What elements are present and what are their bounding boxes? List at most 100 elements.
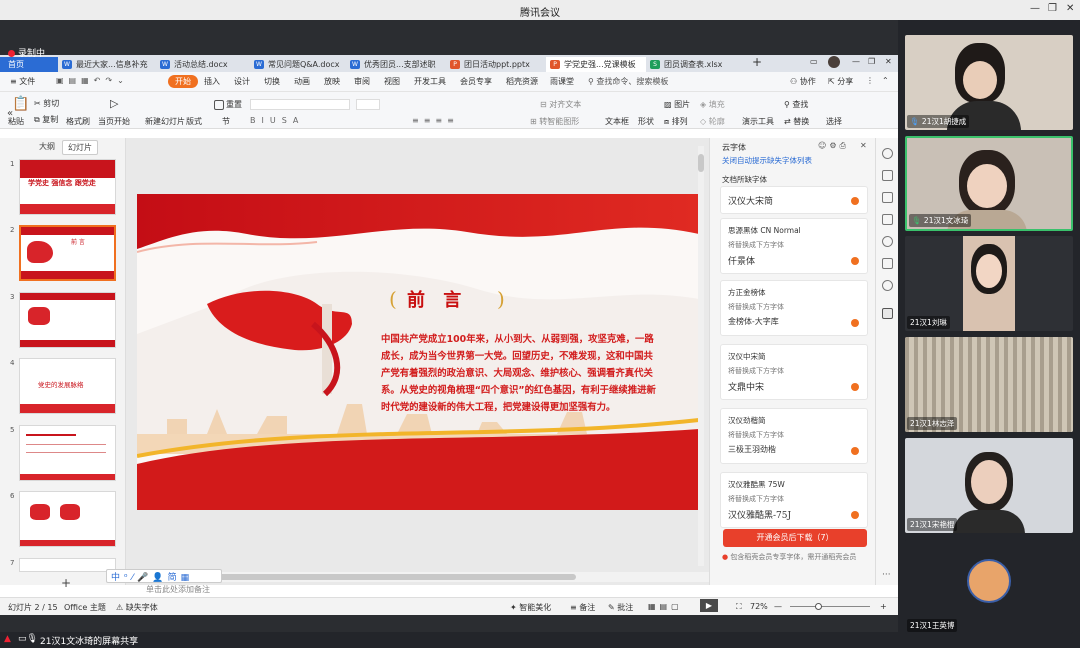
scroll-thumb[interactable] [216, 574, 576, 580]
menu-item-docer[interactable]: 稻壳资源 [506, 76, 538, 87]
tab-outline[interactable]: 大纲 [34, 140, 60, 153]
doc-tab[interactable]: W 活动总结.docx [156, 57, 250, 72]
textbox-button[interactable]: 文本框 [605, 116, 629, 127]
paragraph-align-icons[interactable]: ≡≡≡≡ [412, 116, 459, 125]
close-icon[interactable]: ✕ [1066, 3, 1074, 14]
share-icon[interactable] [882, 258, 893, 269]
zoom-slider-handle[interactable] [815, 603, 822, 610]
copy-icon[interactable] [882, 214, 893, 225]
menu-item-view[interactable]: 视图 [384, 76, 400, 87]
font-card[interactable]: 汉仪大宋简 [720, 186, 868, 214]
zoom-slider[interactable] [790, 606, 870, 607]
menu-item-transition[interactable]: 切换 [264, 76, 280, 87]
doc-tab[interactable]: W 最近大家...信息补充 [58, 57, 156, 72]
download-icon[interactable] [851, 383, 859, 391]
maximize-icon[interactable]: ❐ [1048, 3, 1057, 14]
download-with-membership-button[interactable]: 开通会员后下载（7） [723, 529, 867, 547]
video-tile[interactable]: 21汉1刘琳 [905, 236, 1073, 331]
slide-title[interactable]: 前 言 [407, 286, 467, 312]
doc-tab-active[interactable]: P 学党史强...党课模板 [546, 57, 646, 72]
font-card[interactable]: 思源黑体 CN Normal 将替换成下方字体 仟景体 [720, 218, 868, 274]
panel-close-icon[interactable]: ✕ [860, 141, 867, 150]
copy-button[interactable]: ⧉ 复制 [34, 114, 58, 125]
slide-thumbnail[interactable] [19, 425, 116, 481]
vertical-scrollbar[interactable] [698, 146, 704, 566]
file-menu[interactable]: ≡ 文件 [10, 76, 35, 87]
play-icon[interactable]: ▷ [110, 97, 118, 110]
quick-access-icons[interactable]: ▣▤▦↶↷⌄ [56, 76, 129, 85]
download-icon[interactable] [851, 319, 859, 327]
share-button[interactable]: ⇱ 分享 [828, 76, 853, 87]
home-tab[interactable]: 首页 [0, 57, 58, 72]
notes-button[interactable]: ≡ 备注 [570, 602, 595, 613]
replace-button[interactable]: ⇄ 替换 [784, 116, 809, 127]
picture-button[interactable]: ▨ 图片 [664, 99, 690, 110]
style-icon[interactable] [882, 148, 893, 159]
smart-beautify-button[interactable]: ✦ 智能美化 [510, 602, 551, 613]
font-card[interactable]: 汉仪中宋简 将替换成下方字体 文鼎中宋 [720, 344, 868, 400]
arrange-button[interactable]: ⧈ 排列 [664, 116, 688, 127]
slideshow-tools-button[interactable]: 演示工具 [742, 116, 774, 127]
window-layout-icon[interactable]: ▭ [810, 57, 818, 66]
play-slideshow-button[interactable]: ▶ [700, 599, 718, 612]
download-icon[interactable] [851, 511, 859, 519]
align-text-button[interactable]: ⊟ 对齐文本 [540, 99, 581, 110]
video-tile-active-speaker[interactable]: 🎙 21汉1文冰琦 [905, 136, 1073, 231]
font-panel-icon[interactable] [882, 308, 893, 319]
layout-button[interactable]: 版式 [186, 116, 202, 127]
missing-font-button[interactable]: ⚠ 缺失字体 [116, 602, 158, 613]
add-slide-button[interactable]: + [56, 575, 76, 591]
tab-slides[interactable]: 幻灯片 [62, 140, 98, 155]
menu-item-review[interactable]: 审阅 [354, 76, 370, 87]
collapse-ribbon-icon[interactable]: ⌃ [882, 76, 889, 85]
menu-item-animation[interactable]: 动画 [294, 76, 310, 87]
location-icon[interactable] [882, 280, 893, 291]
disable-hint-link[interactable]: 关闭自动提示缺失字体列表 [722, 155, 812, 166]
theme-name[interactable]: Office 主题 [64, 602, 106, 613]
doc-tab[interactable]: S 团员调查表.xlsx [646, 57, 746, 72]
menu-item-developer[interactable]: 开发工具 [414, 76, 446, 87]
video-tile[interactable]: 21汉1王英博 [905, 539, 1073, 634]
collaborate-button[interactable]: ⚇ 协作 [790, 76, 816, 87]
slide-thumbnail[interactable] [19, 558, 116, 572]
video-tile[interactable]: 21汉1林志泽 [905, 337, 1073, 432]
slide-thumbnail[interactable] [19, 491, 116, 547]
download-icon[interactable] [851, 257, 859, 265]
find-button[interactable]: ⚲ 查找 [784, 99, 808, 110]
zoom-out-button[interactable]: — [774, 602, 782, 611]
cut-button[interactable]: ✂ 剪切 [34, 98, 59, 109]
current-slide[interactable]: ( ) 前 言 中国共产党成立100年来，从小到大、从弱到强，攻坚克难，一路成长… [137, 194, 699, 510]
notes-placeholder[interactable]: 单击此处添加备注 [146, 584, 210, 595]
menu-item-member[interactable]: 会员专享 [460, 76, 492, 87]
font-card[interactable]: 汉仪劲楷简 将替换成下方字体 三极王羽劲楷 [720, 408, 868, 464]
scroll-thumb[interactable] [698, 154, 704, 172]
menu-item-rain-classroom[interactable]: 雨课堂 [550, 76, 574, 87]
outline-button[interactable]: ◇ 轮廓 [700, 116, 725, 127]
fit-window-icon[interactable]: ⛶ [736, 602, 742, 612]
from-current-button[interactable]: 当页开始 [98, 116, 130, 127]
video-tile[interactable]: 21汉1宋艳棍 [905, 438, 1073, 533]
collapse-pane-icon[interactable]: « [2, 107, 18, 120]
menu-item-design[interactable]: 设计 [234, 76, 250, 87]
help-icon[interactable] [882, 236, 893, 247]
font-card[interactable]: 汉仪雅酷黑 75W 将替换成下方字体 汉仪雅酷黑-75J [720, 472, 868, 528]
more-icon[interactable]: ⋮ [866, 76, 874, 85]
font-card[interactable]: 方正金榜体 将替换成下方字体 金榜体-大字库 [720, 280, 868, 336]
font-family-select[interactable] [250, 99, 350, 110]
download-icon[interactable] [851, 447, 859, 455]
slide-thumbnail-selected[interactable]: 前 言 [19, 225, 116, 281]
view-mode-icons[interactable]: ▦▤▢ [648, 602, 683, 611]
slide-thumbnail[interactable] [19, 292, 116, 348]
ime-toolbar[interactable]: 中ᵒ⁄🎤👤简▦ [106, 569, 222, 583]
menu-item-slideshow[interactable]: 放映 [324, 76, 340, 87]
new-slide-button[interactable]: 新建幻灯片 [145, 116, 185, 127]
video-tile[interactable]: 🎙 21汉1胡捷成 [905, 35, 1073, 130]
avatar[interactable] [828, 56, 840, 68]
new-tab-button[interactable]: + [752, 55, 762, 69]
menu-item-home[interactable]: 开始 [168, 75, 198, 88]
shape-button[interactable]: 形状 [638, 116, 654, 127]
download-icon[interactable] [851, 197, 859, 205]
maximize-icon[interactable]: ❐ [868, 57, 875, 66]
section-button[interactable]: 节 [222, 116, 230, 127]
doc-tab[interactable]: W 优秀团员...支部述职 [346, 57, 446, 72]
